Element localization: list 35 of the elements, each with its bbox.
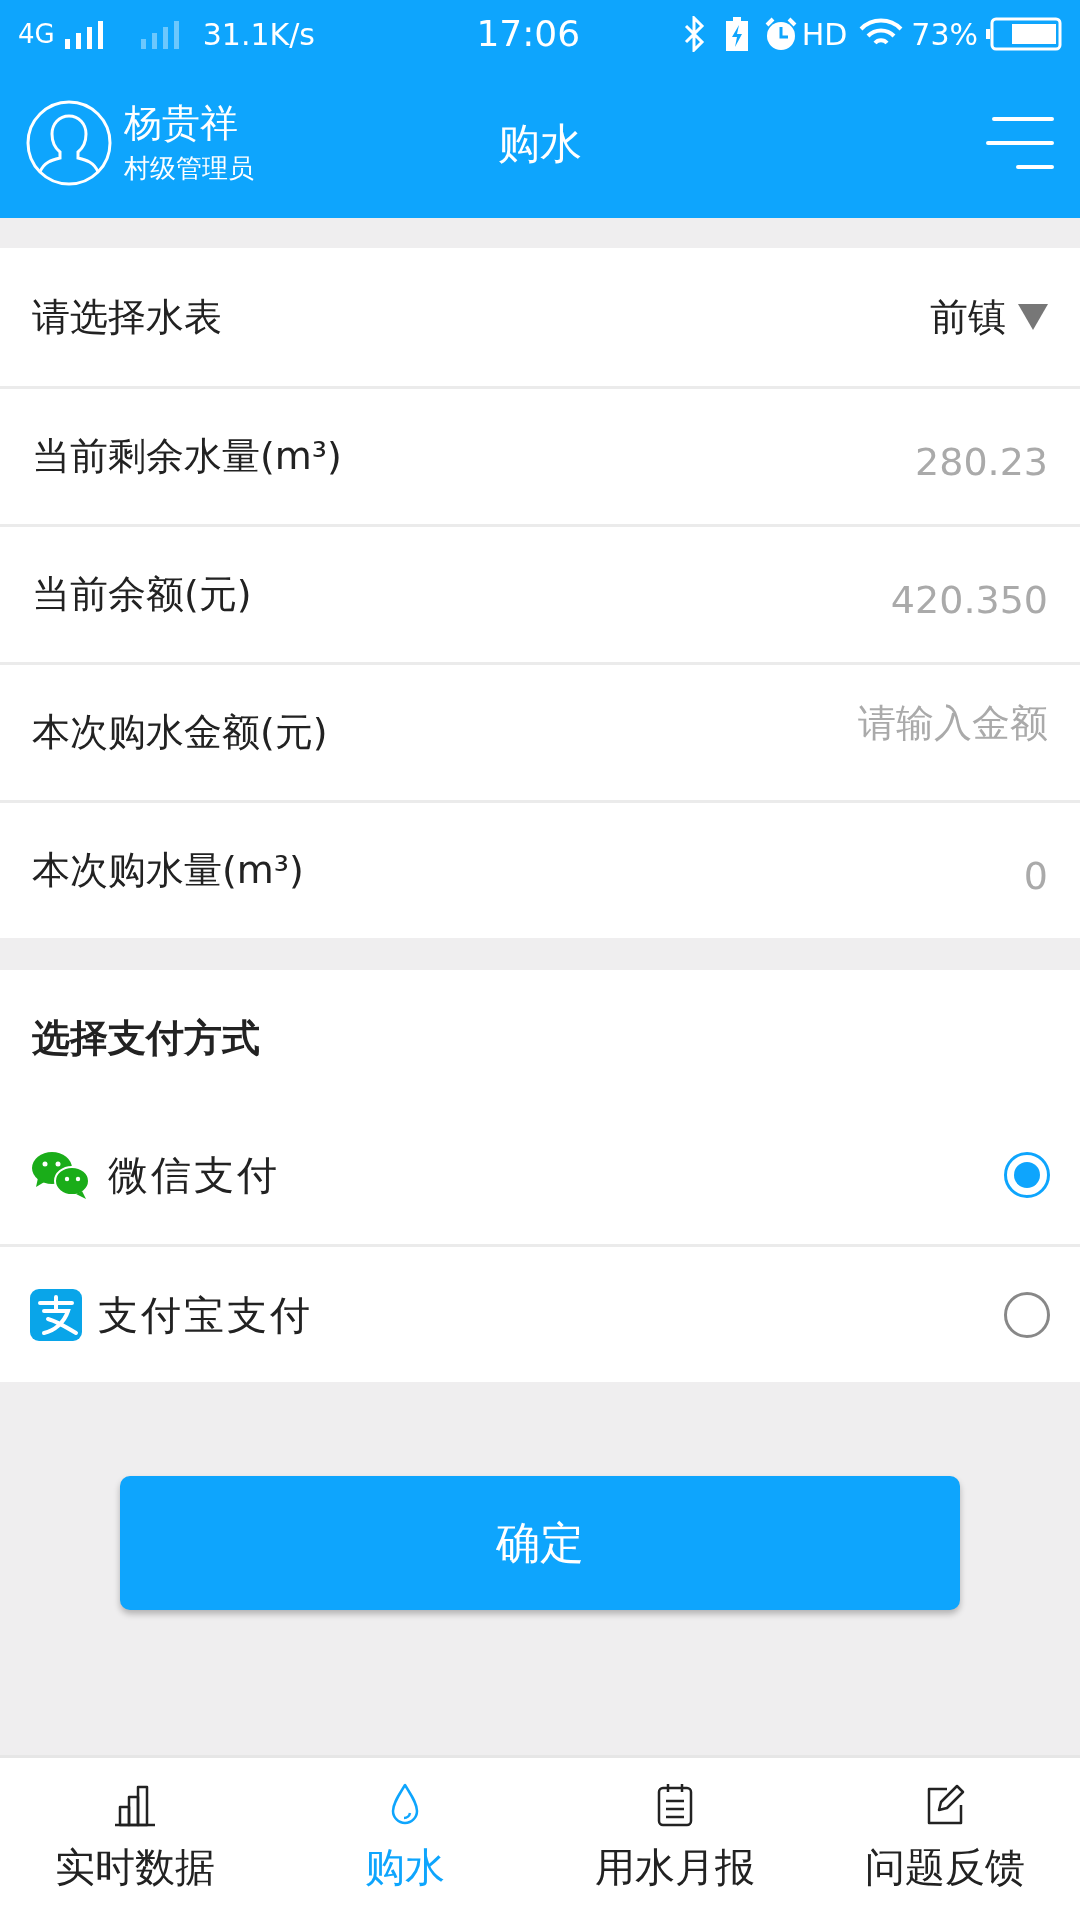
field-label: 当前剩余水量(m³) [32,433,342,480]
user-avatar-icon[interactable] [26,100,112,186]
nav-tab[interactable]: 问题反馈 [810,1758,1080,1920]
field-label: 本次购水量(m³) [32,847,304,894]
network-speed: 31.1K/s [202,15,315,54]
field-value: 280.23 [915,439,1048,486]
battery-icon [986,17,1062,51]
payment-option[interactable]: 支付宝支付 [0,1244,1080,1382]
amount-input[interactable]: 请输入金额 [628,695,1048,752]
clock-time: 17:06 [475,12,581,56]
network-type: 4G [18,17,55,51]
battery-percent: 73% [911,15,978,54]
radio-button[interactable] [1004,1291,1050,1338]
user-role: 村级管理员 [124,152,254,185]
payment-label: 微信支付 [108,1151,280,1200]
section-title: 选择支付方式 [31,1014,261,1062]
payment-option[interactable]: 微信支付 [0,1106,1080,1244]
dropdown-caret-icon [1018,304,1048,330]
field-value: 0 [1023,853,1048,900]
user-name: 杨贵祥 [124,100,239,147]
field-label: 本次购水金额(元) [32,709,328,756]
alipay-logo-icon [30,1288,82,1341]
menu-icon[interactable] [986,115,1054,171]
payment-label: 支付宝支付 [98,1290,313,1340]
nav-tab[interactable]: 实时数据 [0,1758,270,1920]
alarm-clock-icon [763,17,798,51]
field-label: 当前余额(元) [32,571,252,618]
field-label: 请选择水表 [32,293,222,341]
battery-charging-icon [725,17,748,51]
meter-dropdown[interactable]: 前镇 [930,288,1048,346]
hd-indicator: HD [801,15,848,54]
nav-tab[interactable]: 用水月报 [540,1758,810,1920]
field-value: 420.350 [890,577,1048,624]
page-title: 购水 [498,117,582,170]
radio-button[interactable] [1004,1152,1050,1198]
